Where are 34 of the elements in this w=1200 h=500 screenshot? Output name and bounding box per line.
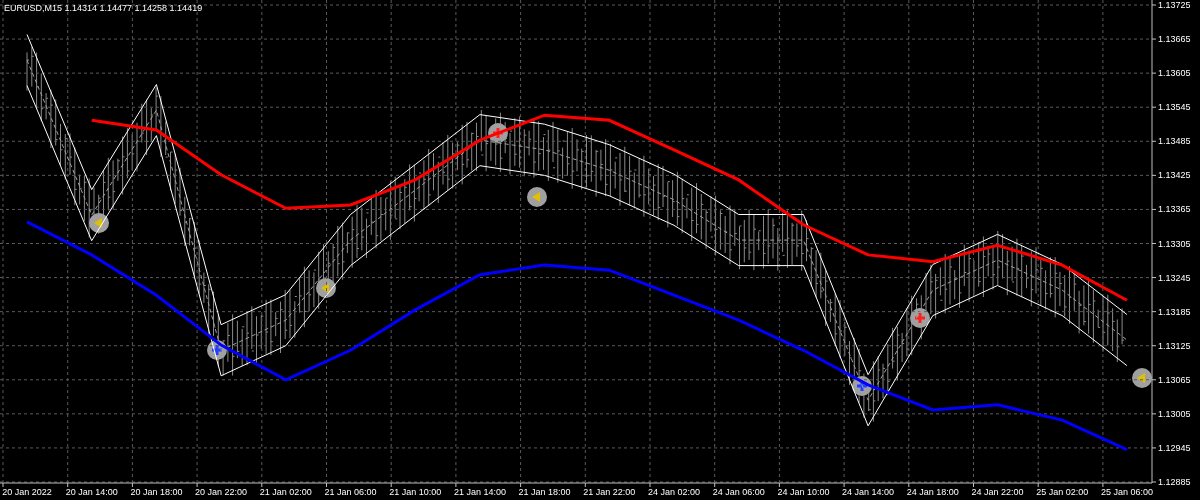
time-axis-label: 24 Jan 06:00 (712, 487, 765, 497)
time-axis-label: 21 Jan 14:00 (453, 487, 506, 497)
time-axis-label: 24 Jan 18:00 (906, 487, 959, 497)
price-axis-label: 1.13305 (1158, 238, 1191, 249)
price-axis-label: 1.13665 (1158, 34, 1191, 45)
price-axis-label: 1.13005 (1158, 408, 1191, 419)
price-axis-label: 1.13185 (1158, 306, 1191, 317)
time-axis-label: 24 Jan 02:00 (648, 487, 700, 497)
price-axis-label: 1.13485 (1158, 136, 1191, 147)
time-axis-label: 21 Jan 18:00 (518, 487, 571, 497)
time-axis-label: 20 Jan 2022 (2, 487, 52, 497)
price-axis-label: 1.13365 (1158, 204, 1191, 215)
time-axis-label: 21 Jan 22:00 (583, 487, 636, 497)
time-axis-label: 20 Jan 18:00 (130, 487, 183, 497)
chart-title: EURUSD,M15 1.14314 1.14477 1.14258 1.14419 (4, 3, 203, 13)
price-axis-label: 1.12885 (1158, 477, 1191, 487)
time-axis-label: 20 Jan 22:00 (195, 487, 248, 497)
time-axis-label: 21 Jan 02:00 (259, 487, 312, 497)
price-axis-label: 1.13065 (1158, 374, 1191, 385)
time-axis-label: 24 Jan 10:00 (777, 487, 830, 497)
price-axis-label: 1.13125 (1158, 340, 1191, 351)
price-axis-label: 1.12945 (1158, 442, 1191, 453)
price-axis-label: 1.13605 (1158, 68, 1191, 79)
time-axis-label: 25 Jan 02:00 (1036, 487, 1089, 497)
price-axis-label: 1.13545 (1158, 102, 1191, 113)
price-axis-label: 1.13245 (1158, 272, 1191, 283)
price-axis-label: 1.13425 (1158, 170, 1191, 181)
time-axis-label: 20 Jan 14:00 (65, 487, 118, 497)
time-axis-label: 21 Jan 06:00 (324, 487, 377, 497)
time-axis-label: 25 Jan 06:00 (1100, 487, 1153, 497)
time-axis-label: 21 Jan 10:00 (389, 487, 442, 497)
time-axis-label: 24 Jan 14:00 (842, 487, 895, 497)
price-axis-label: 1.13725 (1158, 0, 1191, 10)
time-axis-label: 24 Jan 22:00 (971, 487, 1024, 497)
